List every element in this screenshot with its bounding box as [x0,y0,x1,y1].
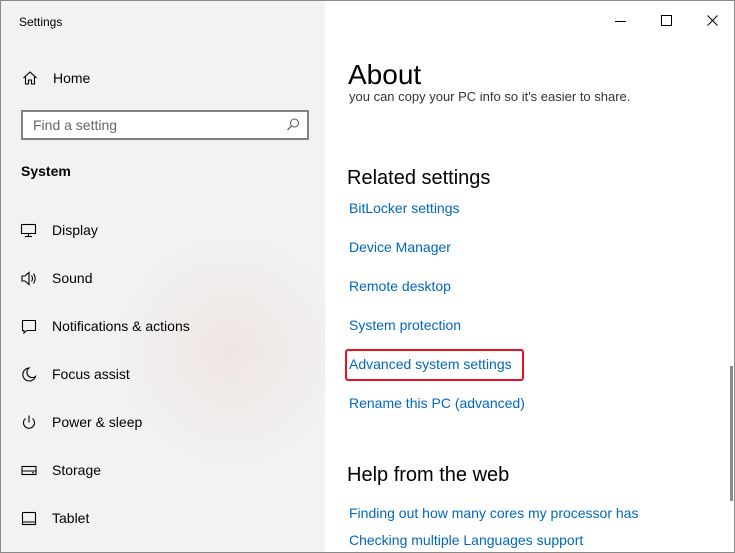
search-icon[interactable] [285,117,301,133]
tablet-icon [20,510,38,527]
nav-item-label: Notifications & actions [52,318,190,334]
minimize-button[interactable] [597,5,643,37]
notification-icon [20,318,38,335]
monitor-icon [20,222,38,239]
help-heading: Help from the web [347,464,510,486]
nav-home[interactable]: Home [1,61,325,95]
app-title: Settings [19,15,63,29]
related-settings-heading: Related settings [347,167,491,189]
minimize-icon [615,21,626,22]
nav-item-label: Focus assist [52,366,130,382]
home-icon [22,70,38,86]
close-icon [707,15,718,26]
main-content: About you can copy your PC info so it's … [325,1,734,552]
nav-item-sound[interactable]: Sound [1,258,325,298]
nav-item-focus-assist[interactable]: Focus assist [1,354,325,394]
storage-icon [20,462,38,479]
search-input[interactable] [33,116,273,134]
link-help-languages[interactable]: Checking multiple Languages support [349,532,583,548]
search-box[interactable] [21,110,309,140]
nav-item-label: Tablet [52,510,90,526]
nav-item-storage[interactable]: Storage [1,450,325,490]
nav-item-label: Storage [52,462,102,478]
close-button[interactable] [689,5,734,37]
maximize-icon [661,15,672,26]
link-device-manager[interactable]: Device Manager [349,239,451,255]
nav-home-label: Home [53,70,91,86]
highlight-box [345,349,524,381]
nav-item-power-sleep[interactable]: Power & sleep [1,402,325,442]
maximize-button[interactable] [643,5,689,37]
nav-item-label: Power & sleep [52,414,143,430]
link-remote-desktop[interactable]: Remote desktop [349,278,451,294]
section-heading-system: System [21,163,71,179]
power-icon [20,414,38,431]
nav-item-display[interactable]: Display [1,210,325,250]
nav-item-tablet[interactable]: Tablet [1,498,325,538]
sidebar: Settings Home System Display Sound [1,1,325,552]
scrollbar-thumb[interactable] [730,366,733,501]
nav-item-label: Display [52,222,98,238]
link-rename-this-pc[interactable]: Rename this PC (advanced) [349,395,525,411]
link-help-cores[interactable]: Finding out how many cores my processor … [349,505,638,521]
speaker-icon [20,270,38,287]
description-text: you can copy your PC info so it's easier… [349,92,631,104]
page-title: About [348,59,422,90]
settings-window: Settings Home System Display Sound [0,0,735,553]
nav-item-label: Sound [52,270,93,286]
nav-item-notifications[interactable]: Notifications & actions [1,306,325,346]
link-system-protection[interactable]: System protection [349,317,461,333]
moon-icon [20,366,38,383]
link-bitlocker-settings[interactable]: BitLocker settings [349,200,460,216]
